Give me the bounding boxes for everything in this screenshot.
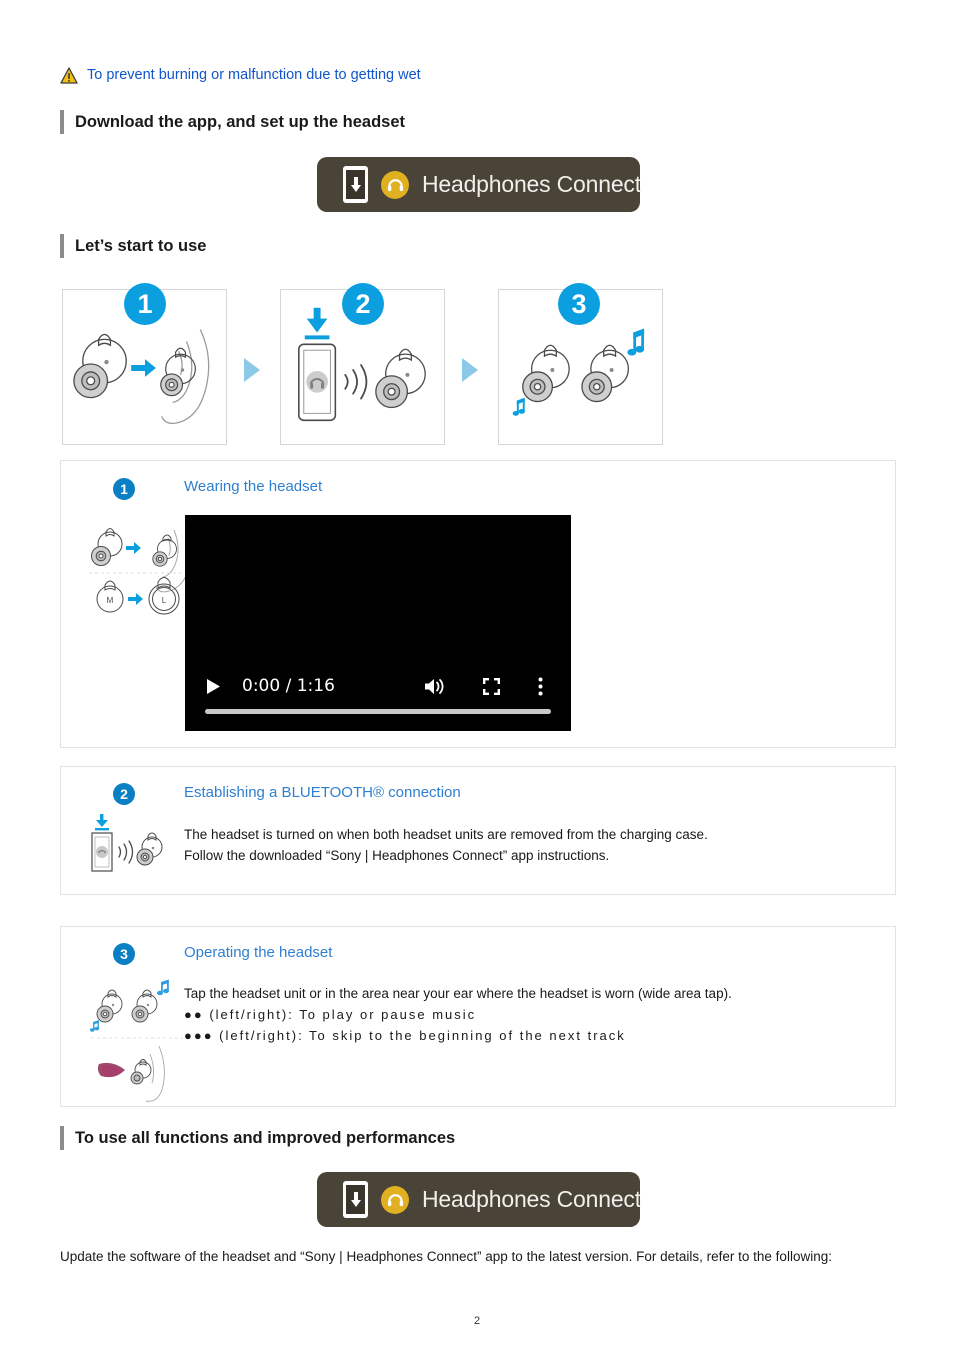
warning-notice: To prevent burning or malfunction due to… [60, 66, 421, 84]
heading-accent-bar [60, 110, 64, 134]
download-arrow [304, 307, 330, 340]
card-operating-headset: 3 Operating the headset Tap the headset … [60, 926, 896, 1107]
tap-operation-illustration [89, 972, 187, 1102]
video-player[interactable]: 0:00 / 1:16 [185, 515, 571, 731]
section-title: To use all functions and improved perfor… [75, 1129, 456, 1147]
heading-accent-bar [60, 1126, 64, 1150]
section-title: Let’s start to use [75, 237, 207, 255]
music-note-icon [90, 1020, 100, 1032]
section-title: Download the app, and set up the headset [75, 113, 406, 131]
video-time-display: 0:00 / 1:16 [242, 676, 335, 696]
svg-text:M: M [107, 596, 114, 605]
card-title-3: Operating the headset [184, 944, 333, 961]
music-note-icon [512, 397, 525, 416]
step-badge-3: 3 [558, 283, 600, 325]
step-arrow-2 [462, 358, 478, 382]
headphones-connect-banner-bottom[interactable]: Headphones Connect [317, 1172, 641, 1227]
headphone-circle-icon [381, 1185, 409, 1214]
music-note-icon [157, 979, 169, 996]
section-heading-lets-start: Let’s start to use [60, 234, 206, 258]
svg-text:L: L [162, 596, 167, 605]
card-badge-2: 2 [113, 783, 135, 805]
download-arrow-icon [350, 176, 361, 192]
card-body-line: ●● (left/right): To play or pause music [184, 1007, 477, 1022]
warning-triangle-icon [60, 66, 78, 84]
card-body-line: The headset is turned on when both heads… [184, 827, 708, 842]
phone-download-icon [343, 166, 368, 203]
volume-icon[interactable] [424, 678, 444, 695]
headphones-connect-banner-top[interactable]: Headphones Connect [317, 157, 641, 212]
card-badge-3: 3 [113, 943, 135, 965]
page-number: 2 [473, 1315, 481, 1327]
card-wearing-headset: 1 Wearing the headset M L 0:00 / 1:16 [60, 460, 896, 748]
more-options-icon[interactable] [538, 677, 543, 696]
card-body-line: Tap the headset unit or in the area near… [184, 986, 732, 1001]
card-title-1: Wearing the headset [184, 478, 323, 495]
card-badge-1: 1 [113, 478, 135, 500]
warning-notice-link[interactable]: To prevent burning or malfunction due to… [87, 66, 421, 84]
bluetooth-pairing-illustration [85, 814, 167, 874]
steps-overview: 1 2 3 [62, 283, 664, 448]
step-badge-2: 2 [342, 283, 384, 325]
heading-accent-bar [60, 234, 64, 258]
card-body-line: Follow the downloaded “Sony | Headphones… [184, 848, 610, 863]
footer-paragraph: Update the software of the headset and “… [60, 1249, 832, 1264]
card-body-line: ●●● (left/right): To skip to the beginni… [184, 1028, 626, 1043]
card-bluetooth-connection: 2 Establishing a BLUETOOTH® connection T… [60, 766, 896, 895]
section-heading-download-app: Download the app, and set up the headset [60, 110, 405, 134]
card-body-2: The headset is turned on when both heads… [184, 824, 874, 866]
card-body-3: Tap the headset unit or in the area near… [184, 983, 884, 1046]
card-title-2: Establishing a BLUETOOTH® connection [184, 784, 461, 801]
fullscreen-icon[interactable] [483, 677, 500, 695]
headphone-circle-icon [381, 170, 409, 199]
step-badge-1: 1 [124, 283, 166, 325]
video-progress-bar[interactable] [205, 709, 551, 714]
section-heading-all-functions: To use all functions and improved perfor… [60, 1126, 455, 1150]
play-icon[interactable] [207, 678, 220, 694]
video-controls: 0:00 / 1:16 [185, 671, 571, 701]
banner-label: Headphones Connect [422, 1186, 641, 1212]
step-arrow-1 [244, 358, 260, 382]
phone-download-icon [343, 1181, 368, 1218]
music-note-icon [627, 328, 645, 356]
download-arrow-icon [350, 1191, 361, 1207]
banner-label: Headphones Connect [422, 171, 641, 197]
